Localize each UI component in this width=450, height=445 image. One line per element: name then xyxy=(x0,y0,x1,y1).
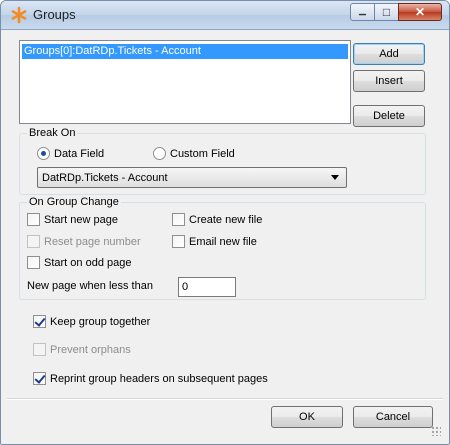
start-new-page-checkbox[interactable] xyxy=(27,213,40,226)
maximize-icon: □ xyxy=(382,5,391,19)
delete-button[interactable]: Delete xyxy=(353,105,425,127)
create-new-file-label: Create new file xyxy=(189,213,263,226)
prevent-orphans-label: Prevent orphans xyxy=(50,343,131,356)
dialog-body: Groups[0]:DatRDp.Tickets - Account Add I… xyxy=(7,30,443,438)
start-new-page-label: Start new page xyxy=(44,213,118,226)
custom-field-label: Custom Field xyxy=(170,147,235,160)
groups-listbox[interactable]: Groups[0]:DatRDp.Tickets - Account xyxy=(19,40,351,124)
custom-field-option[interactable]: Custom Field xyxy=(153,147,235,160)
start-on-odd-page-checkbox[interactable] xyxy=(27,256,40,269)
maximize-button[interactable]: □ xyxy=(374,3,399,21)
list-item[interactable]: Groups[0]:DatRDp.Tickets - Account xyxy=(22,44,348,59)
minimize-button[interactable]: ▁ xyxy=(350,3,375,21)
start-on-odd-page-label: Start on odd page xyxy=(44,256,132,269)
email-new-file-label: Email new file xyxy=(189,235,257,248)
reset-page-number-checkbox xyxy=(27,235,40,248)
keep-group-together-option[interactable]: Keep group together xyxy=(33,315,150,328)
field-select-value: DatRDp.Tickets - Account xyxy=(42,171,168,184)
reprint-group-headers-checkbox[interactable] xyxy=(33,372,46,385)
email-new-file-checkbox[interactable] xyxy=(172,235,185,248)
asterisk-icon xyxy=(11,6,27,24)
prevent-orphans-checkbox xyxy=(33,343,46,356)
groups-dialog: Groups ▁ □ ✕ Groups[0]:DatRDp.Tickets - … xyxy=(0,0,450,445)
create-new-file-checkbox[interactable] xyxy=(172,213,185,226)
ok-button[interactable]: OK xyxy=(271,406,343,428)
field-select[interactable]: DatRDp.Tickets - Account xyxy=(37,167,347,188)
create-new-file-option[interactable]: Create new file xyxy=(172,213,262,226)
reset-page-number-label: Reset page number xyxy=(44,235,141,248)
break-on-group: Break On Data Field Custom Field DatRDp.… xyxy=(19,127,426,195)
start-new-page-option[interactable]: Start new page xyxy=(27,213,118,226)
data-field-radio[interactable] xyxy=(37,147,50,160)
data-field-option[interactable]: Data Field xyxy=(37,147,104,160)
close-icon: ✕ xyxy=(414,5,426,19)
keep-group-together-label: Keep group together xyxy=(50,315,151,328)
start-on-odd-page-option[interactable]: Start on odd page xyxy=(27,256,131,269)
insert-button[interactable]: Insert xyxy=(353,70,425,92)
reprint-group-headers-label: Reprint group headers on subsequent page… xyxy=(50,372,268,385)
new-page-when-less-than-label: New page when less than xyxy=(27,280,153,292)
custom-field-radio[interactable] xyxy=(153,147,166,160)
resize-grip[interactable] xyxy=(431,426,441,436)
close-button[interactable]: ✕ xyxy=(398,3,442,21)
chevron-down-icon[interactable] xyxy=(331,175,339,180)
keep-group-together-checkbox[interactable] xyxy=(33,315,46,328)
break-on-title: Break On xyxy=(27,127,78,140)
new-page-threshold-input[interactable] xyxy=(178,277,236,297)
data-field-label: Data Field xyxy=(54,147,105,160)
title-bar[interactable]: Groups ▁ □ ✕ xyxy=(1,1,449,30)
on-group-change-group: On Group Change Start new page Create ne… xyxy=(19,196,426,300)
reprint-group-headers-option[interactable]: Reprint group headers on subsequent page… xyxy=(33,372,268,385)
add-button[interactable]: Add xyxy=(353,43,425,65)
window-title: Groups xyxy=(33,7,76,22)
reset-page-number-option: Reset page number xyxy=(27,235,141,248)
email-new-file-option[interactable]: Email new file xyxy=(172,235,257,248)
prevent-orphans-option: Prevent orphans xyxy=(33,343,131,356)
cancel-button[interactable]: Cancel xyxy=(353,406,433,428)
on-group-change-title: On Group Change xyxy=(27,196,121,209)
minimize-icon: ▁ xyxy=(359,4,366,15)
footer-divider xyxy=(7,398,443,400)
